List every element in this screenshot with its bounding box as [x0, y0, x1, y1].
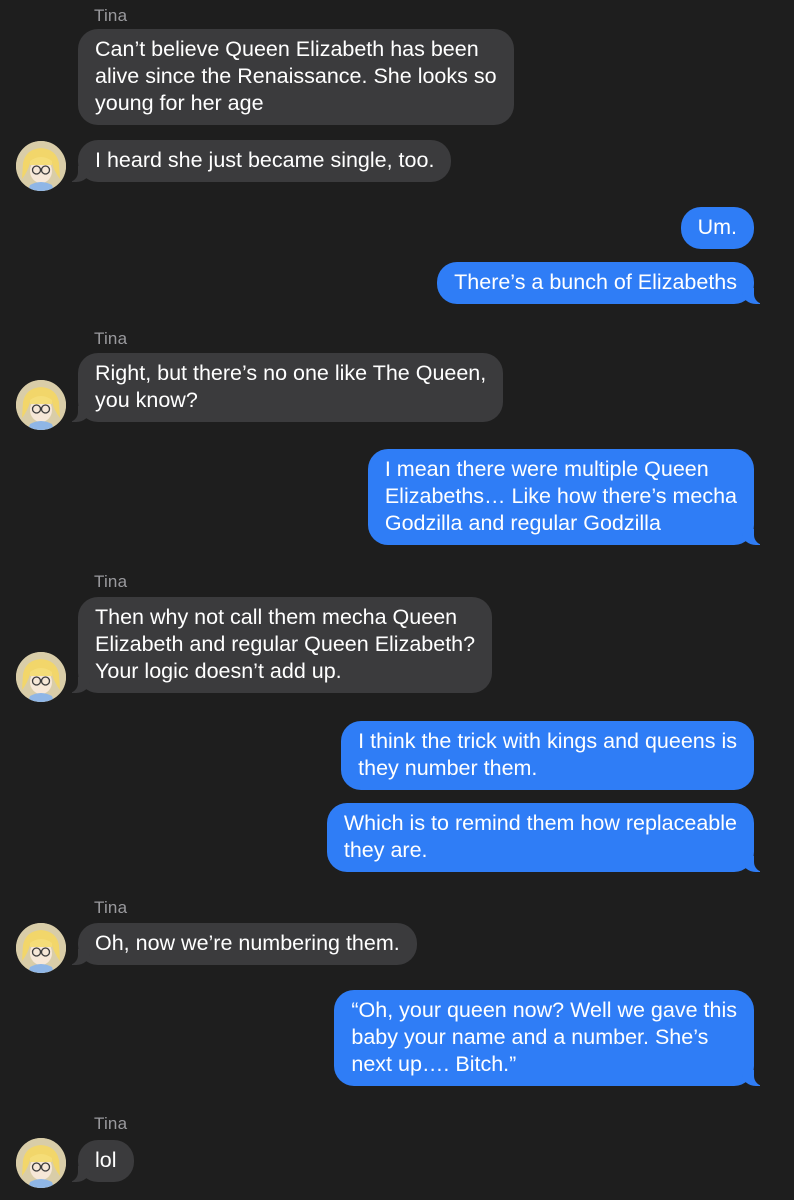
sender-name: Tina	[94, 1114, 128, 1133]
message-bubble-outgoing[interactable]: I think the trick with kings and queens …	[341, 721, 754, 790]
message-bubble-incoming[interactable]: Can’t believe Queen Elizabeth has been a…	[78, 29, 514, 125]
message-bubble-incoming[interactable]: Oh, now we’re numbering them.	[64, 923, 417, 965]
tina-avatar-icon[interactable]	[16, 380, 66, 430]
tina-avatar-icon[interactable]	[16, 141, 66, 191]
tina-avatar-icon[interactable]	[16, 652, 66, 702]
message-bubble-outgoing[interactable]: There’s a bunch of Elizabeths	[437, 262, 768, 304]
sender-name: Tina	[94, 572, 128, 591]
message-bubble-incoming[interactable]: I heard she just became single, too.	[63, 140, 452, 182]
message-bubble-outgoing[interactable]: Um.	[680, 207, 754, 249]
message-bubble-incoming[interactable]: Then why not call them mecha Queen Eliza…	[63, 597, 493, 693]
tina-avatar-icon[interactable]	[16, 1138, 66, 1188]
sender-name: Tina	[94, 6, 128, 25]
message-transcript[interactable]: Tina Can’t believe Queen Elizabeth has b…	[0, 0, 794, 1200]
message-bubble-outgoing[interactable]: I mean there were multiple Queen Elizabe…	[367, 449, 769, 545]
sender-name: Tina	[94, 329, 128, 348]
tina-avatar-icon[interactable]	[16, 923, 66, 973]
message-bubble-outgoing[interactable]: “Oh, your queen now? Well we gave this b…	[334, 990, 768, 1086]
message-bubble-incoming[interactable]: lol	[64, 1140, 134, 1182]
message-bubble-outgoing[interactable]: Which is to remind them how replaceable …	[326, 803, 769, 872]
sender-name: Tina	[94, 898, 128, 917]
message-bubble-incoming[interactable]: Right, but there’s no one like The Queen…	[63, 353, 504, 422]
